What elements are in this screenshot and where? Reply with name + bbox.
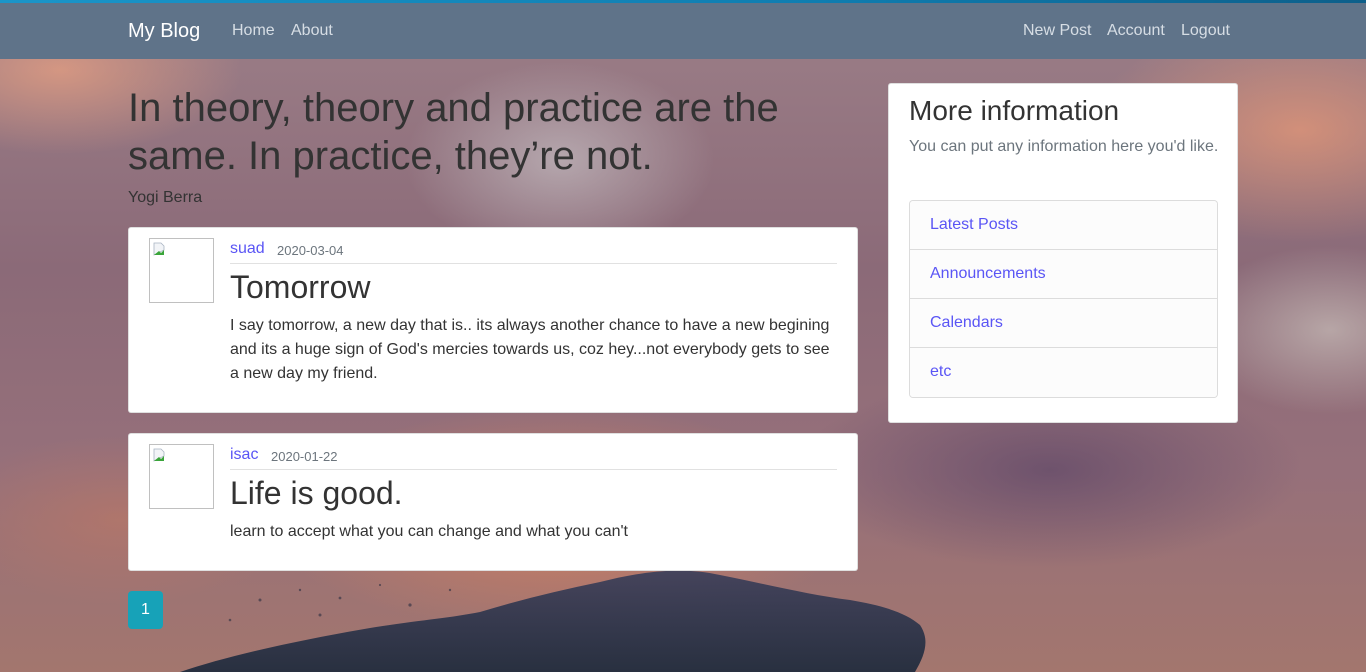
- navbar: My Blog Home About New Post Account Logo…: [0, 3, 1366, 59]
- sidebar-card: More information You can put any informa…: [888, 83, 1238, 423]
- post-title-link[interactable]: Tomorrow: [230, 269, 370, 306]
- post-date: 2020-03-04: [277, 243, 344, 258]
- post-meta: suad 2020-03-04: [230, 238, 837, 264]
- pagination-page-1-button[interactable]: 1: [128, 591, 163, 629]
- sidebar-link-list: Latest Posts Announcements Calendars etc: [909, 200, 1218, 398]
- author-avatar: [149, 444, 214, 509]
- post-author-link[interactable]: isac: [230, 446, 258, 464]
- post-card: isac 2020-01-22 Life is good. learn to a…: [128, 433, 858, 571]
- post-title-link[interactable]: Life is good.: [230, 475, 403, 512]
- sidebar-title: More information: [909, 95, 1120, 126]
- author-avatar: [149, 238, 214, 303]
- nav-new-post-link[interactable]: New Post: [1023, 22, 1091, 40]
- post-card: suad 2020-03-04 Tomorrow I say tomorrow,…: [128, 227, 858, 413]
- sidebar-link-calendars[interactable]: Calendars: [910, 299, 1217, 348]
- nav-logout-link[interactable]: Logout: [1181, 22, 1230, 40]
- post-author-link[interactable]: suad: [230, 240, 265, 258]
- post-date: 2020-01-22: [271, 449, 338, 464]
- sidebar-link-etc[interactable]: etc: [910, 348, 1217, 397]
- post-meta: isac 2020-01-22: [230, 444, 837, 470]
- post-content: learn to accept what you can change and …: [230, 523, 628, 540]
- broken-image-icon: [153, 448, 165, 462]
- post-content: I say tomorrow, a new day that is.. its …: [230, 317, 830, 382]
- quote-author: Yogi Berra: [128, 189, 203, 206]
- brand-link[interactable]: My Blog: [128, 20, 200, 43]
- sidebar-link-announcements[interactable]: Announcements: [910, 250, 1217, 299]
- sidebar-link-latest-posts[interactable]: Latest Posts: [910, 201, 1217, 250]
- sidebar-description: You can put any information here you'd l…: [909, 138, 1219, 155]
- nav-about-link[interactable]: About: [291, 22, 333, 40]
- quote-text: In theory, theory and practice are the s…: [128, 86, 779, 178]
- nav-account-link[interactable]: Account: [1107, 22, 1165, 40]
- broken-image-icon: [153, 242, 165, 256]
- nav-home-link[interactable]: Home: [232, 22, 275, 40]
